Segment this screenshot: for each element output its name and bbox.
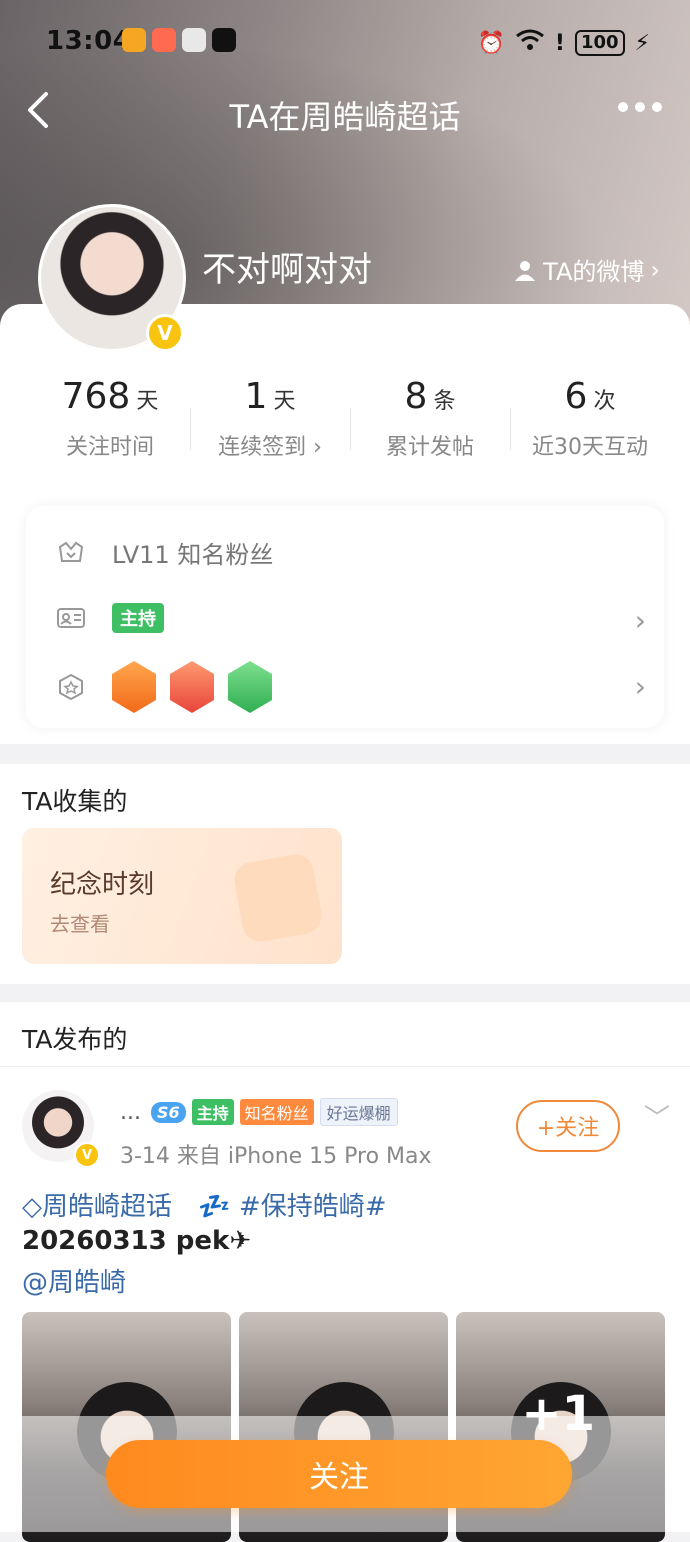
chevron-down-icon[interactable]: ﹀	[644, 1098, 670, 1135]
stat-interactions: 6次 近30天互动	[510, 376, 670, 461]
chevron-right-icon: ›	[650, 255, 660, 284]
stat-total-posts: 8条 累计发帖	[350, 376, 510, 461]
tiktok-app-icon	[212, 28, 236, 52]
level-text: LV11 知名粉丝	[112, 540, 274, 569]
more-dot-icon	[618, 102, 628, 112]
page-title: TA在周皓崎超话	[229, 98, 461, 136]
stat-value: 6	[564, 376, 588, 417]
level-badge: S6	[150, 1101, 186, 1123]
crown-icon	[58, 541, 84, 562]
weibo-profile-link[interactable]: TA的微博 ›	[513, 252, 660, 287]
role-row[interactable]: 主持 ›	[56, 598, 646, 638]
post-meta: 3-14 来自 iPhone 15 Pro Max	[120, 1144, 432, 1169]
sleep-emoji: 💤	[198, 1192, 231, 1222]
stat-label: 近30天互动	[532, 435, 648, 460]
stat-unit: 天	[273, 389, 296, 414]
diamond-icon: ◇	[22, 1192, 42, 1222]
more-dot-icon	[635, 102, 645, 112]
stat-label: 关注时间	[65, 435, 154, 460]
fan-badge: 知名粉丝	[239, 1099, 314, 1125]
follow-button[interactable]: 关注	[106, 1440, 572, 1508]
level-row: LV11 知名粉丝	[56, 532, 646, 572]
post-follow-button[interactable]: +关注	[516, 1100, 620, 1152]
medals-row[interactable]: ›	[56, 658, 646, 716]
airplane-icon: ✈	[229, 1226, 252, 1256]
fan-profile-card: 768 天 关注时间 1天 连续签到 › 8条 累计发帖 6次 近30天互动 LV…	[0, 304, 690, 744]
system-icons: ⏰ ! 100 ⚡	[478, 28, 650, 58]
author-name[interactable]: ...	[120, 1100, 141, 1125]
alarm-icon: ⏰	[477, 30, 505, 56]
stat-unit: 次	[593, 389, 616, 414]
chevron-right-icon: ›	[634, 670, 646, 703]
card-subtitle: 去查看	[50, 912, 110, 936]
chevron-right-icon: ›	[634, 604, 646, 637]
stat-follow-days: 768 天 关注时间	[30, 376, 190, 461]
user-icon	[515, 260, 536, 281]
more-dot-icon	[652, 102, 662, 112]
section-title: TA收集的	[22, 787, 128, 816]
fan-info-box: LV11 知名粉丝 主持 › ›	[26, 506, 664, 728]
card-title: 纪念时刻	[50, 870, 155, 900]
status-bar: 13:04 ⏰ ! 100 ⚡	[0, 26, 690, 60]
medal-badge-cat-icon	[170, 661, 214, 713]
memorial-moments-card[interactable]: 纪念时刻 去查看	[22, 828, 342, 964]
weibo-link-label: TA的微博	[543, 258, 645, 286]
hashtag-link[interactable]: #保持皓崎#	[239, 1192, 387, 1222]
notification-app-icons	[122, 28, 236, 52]
alert-icon: !	[554, 30, 565, 56]
wallet-app-icon	[152, 28, 176, 52]
host-badge: 主持	[191, 1099, 234, 1125]
medal-badge-level-icon	[112, 661, 156, 713]
status-time: 13:04	[46, 26, 132, 56]
stat-label: 连续签到 ›	[218, 435, 322, 460]
luck-badge: 好运爆棚	[319, 1098, 398, 1126]
divider	[0, 1066, 690, 1067]
supertopic-link[interactable]: 周皓崎超话	[42, 1192, 172, 1222]
calendar-heart-icon	[231, 851, 325, 945]
stat-unit: 条	[433, 389, 456, 414]
stat-value: 768	[61, 376, 131, 417]
post-topic-line: ◇周皓崎超话 💤 #保持皓崎#	[22, 1186, 387, 1223]
post-author-badges: ... S6 主持 知名粉丝 好运爆棚	[120, 1098, 398, 1126]
stats-row: 768 天 关注时间 1天 连续签到 › 8条 累计发帖 6次 近30天互动	[30, 376, 670, 461]
charging-icon: ⚡	[634, 30, 650, 56]
stat-value: 8	[404, 376, 428, 417]
profile-avatar[interactable]: V	[38, 204, 186, 352]
stat-label: 累计发帖	[385, 435, 474, 460]
post-text-line: 20260313 pek✈	[22, 1226, 251, 1256]
verified-badge-icon: V	[146, 314, 184, 352]
stat-unit: 天	[136, 389, 159, 414]
medal-icon	[59, 673, 83, 701]
weibo-app-icon	[122, 28, 146, 52]
host-tag: 主持	[112, 603, 164, 633]
app-icon	[182, 28, 206, 52]
medal-badge-hand-icon	[228, 661, 272, 713]
section-title: TA发布的	[22, 1025, 128, 1054]
collected-section: TA收集的 纪念时刻 去查看	[0, 764, 690, 984]
battery-indicator: 100	[574, 30, 625, 56]
id-card-icon	[57, 608, 85, 628]
post-body-text: 20260313 pek	[22, 1226, 230, 1256]
mention-link[interactable]: @周皓崎	[22, 1262, 126, 1299]
more-options-button[interactable]	[618, 102, 662, 112]
nav-bar: TA在周皓崎超话	[0, 80, 690, 144]
wifi-icon	[515, 28, 545, 58]
stat-value: 1	[244, 376, 268, 417]
username: 不对啊对对	[202, 250, 372, 290]
stat-checkin-streak[interactable]: 1天 连续签到 ›	[190, 376, 350, 461]
verified-badge-icon: V	[74, 1142, 100, 1168]
